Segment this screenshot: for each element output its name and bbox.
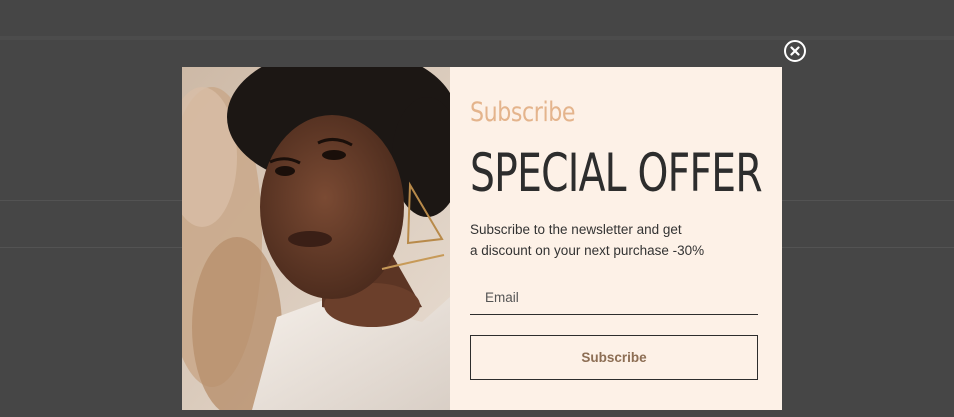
close-icon [790,46,800,56]
subscribe-popup: Subscribe SPECIAL OFFER Subscribe to the… [182,67,782,410]
portrait-image [182,67,450,410]
close-button[interactable] [784,40,806,62]
background-header-band [0,36,954,40]
subscribe-button[interactable]: Subscribe [470,335,758,380]
model-photo [182,67,450,410]
description-line: a discount on your next purchase -30% [470,243,705,258]
popup-kicker: Subscribe [470,97,576,128]
email-field[interactable] [470,281,758,315]
description-line: Subscribe to the newsletter and get [470,222,682,237]
popup-headline: SPECIAL OFFER [470,143,763,204]
popup-description: Subscribe to the newsletter and get a di… [470,219,760,261]
